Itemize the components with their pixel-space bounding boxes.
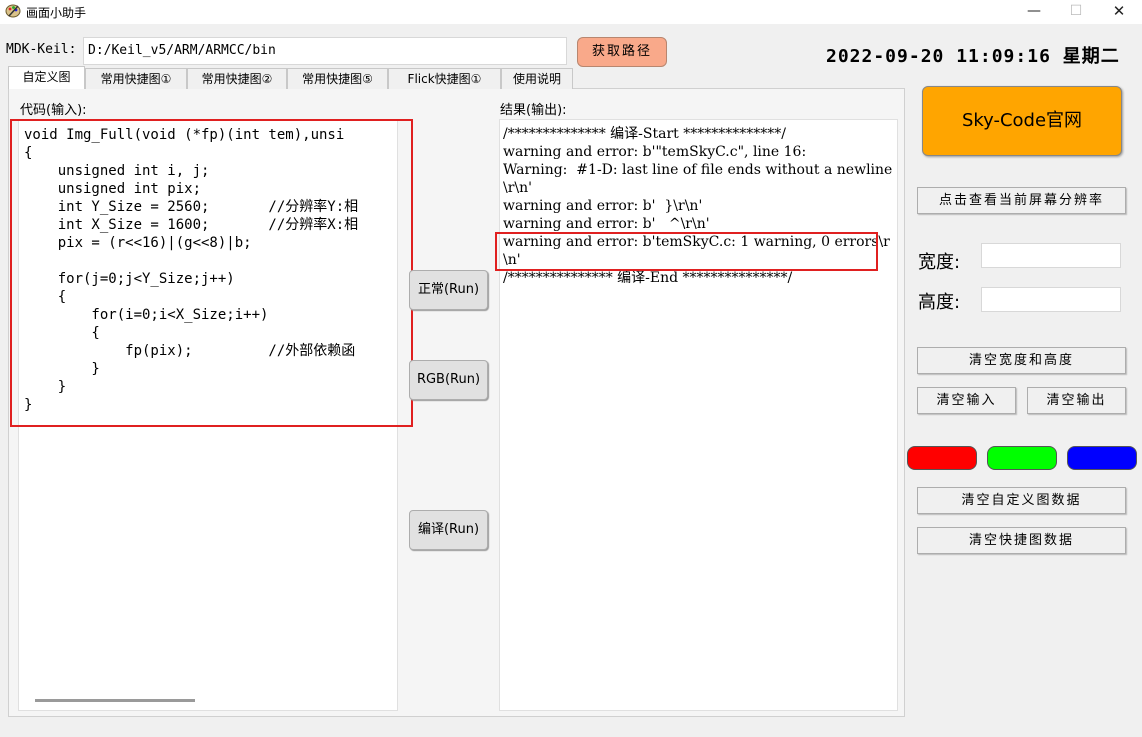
run-rgb-button[interactable]: RGB(Run) <box>409 360 488 400</box>
clear-quick-image-data-button[interactable]: 清空快捷图数据 <box>917 527 1126 554</box>
blue-color-button[interactable] <box>1067 446 1137 470</box>
code-input-label: 代码(输入): <box>20 103 87 118</box>
result-highlight-box <box>495 232 878 271</box>
clear-width-height-button[interactable]: 清空宽度和高度 <box>917 347 1126 374</box>
skycode-website-button[interactable]: Sky-Code官网 <box>922 86 1122 156</box>
tab-quick-image-1[interactable]: 常用快捷图① <box>85 68 187 89</box>
check-resolution-button[interactable]: 点击查看当前屏幕分辨率 <box>917 187 1126 214</box>
run-normal-button[interactable]: 正常(Run) <box>409 270 488 310</box>
title-bar <box>0 0 1142 24</box>
tab-quick-image-5[interactable]: 常用快捷图⑤ <box>287 68 388 89</box>
tab-quick-image-2[interactable]: 常用快捷图② <box>187 68 287 89</box>
result-output-label: 结果(输出): <box>500 103 567 118</box>
tab-flick-image-1[interactable]: Flick快捷图① <box>388 68 501 89</box>
height-input[interactable] <box>981 287 1121 312</box>
height-label: 高度: <box>918 292 961 313</box>
datetime-display: 2022-09-20 11:09:16 星期二 <box>826 46 1120 67</box>
window-title: 画面小助手 <box>26 6 87 20</box>
maximize-button[interactable]: ☐ <box>1053 0 1099 24</box>
red-color-button[interactable] <box>907 446 977 470</box>
minimize-button[interactable]: — <box>1011 0 1057 24</box>
tab-bar: 自定义图 常用快捷图① 常用快捷图② 常用快捷图⑤ Flick快捷图① 使用说明 <box>8 66 573 89</box>
code-highlight-box <box>10 119 413 427</box>
mdk-path-input[interactable]: D:/Keil_v5/ARM/ARMCC/bin <box>83 37 567 65</box>
run-compile-button[interactable]: 编译(Run) <box>409 510 488 550</box>
get-path-button[interactable]: 获取路径 <box>577 37 667 67</box>
tab-custom-image[interactable]: 自定义图 <box>8 66 85 89</box>
clear-output-button[interactable]: 清空输出 <box>1027 387 1126 414</box>
width-label: 宽度: <box>918 252 961 273</box>
clear-custom-image-data-button[interactable]: 清空自定义图数据 <box>917 487 1126 514</box>
result-output-textarea[interactable]: /************** 编译-Start **************/… <box>499 119 898 711</box>
mdk-keil-label: MDK-Keil: <box>6 42 77 57</box>
close-button[interactable]: ✕ <box>1096 0 1142 24</box>
green-color-button[interactable] <box>987 446 1057 470</box>
palette-icon <box>5 3 21 19</box>
tab-instructions[interactable]: 使用说明 <box>501 68 573 89</box>
width-input[interactable] <box>981 243 1121 268</box>
horizontal-scrollbar[interactable] <box>35 699 195 702</box>
clear-input-button[interactable]: 清空输入 <box>917 387 1016 414</box>
